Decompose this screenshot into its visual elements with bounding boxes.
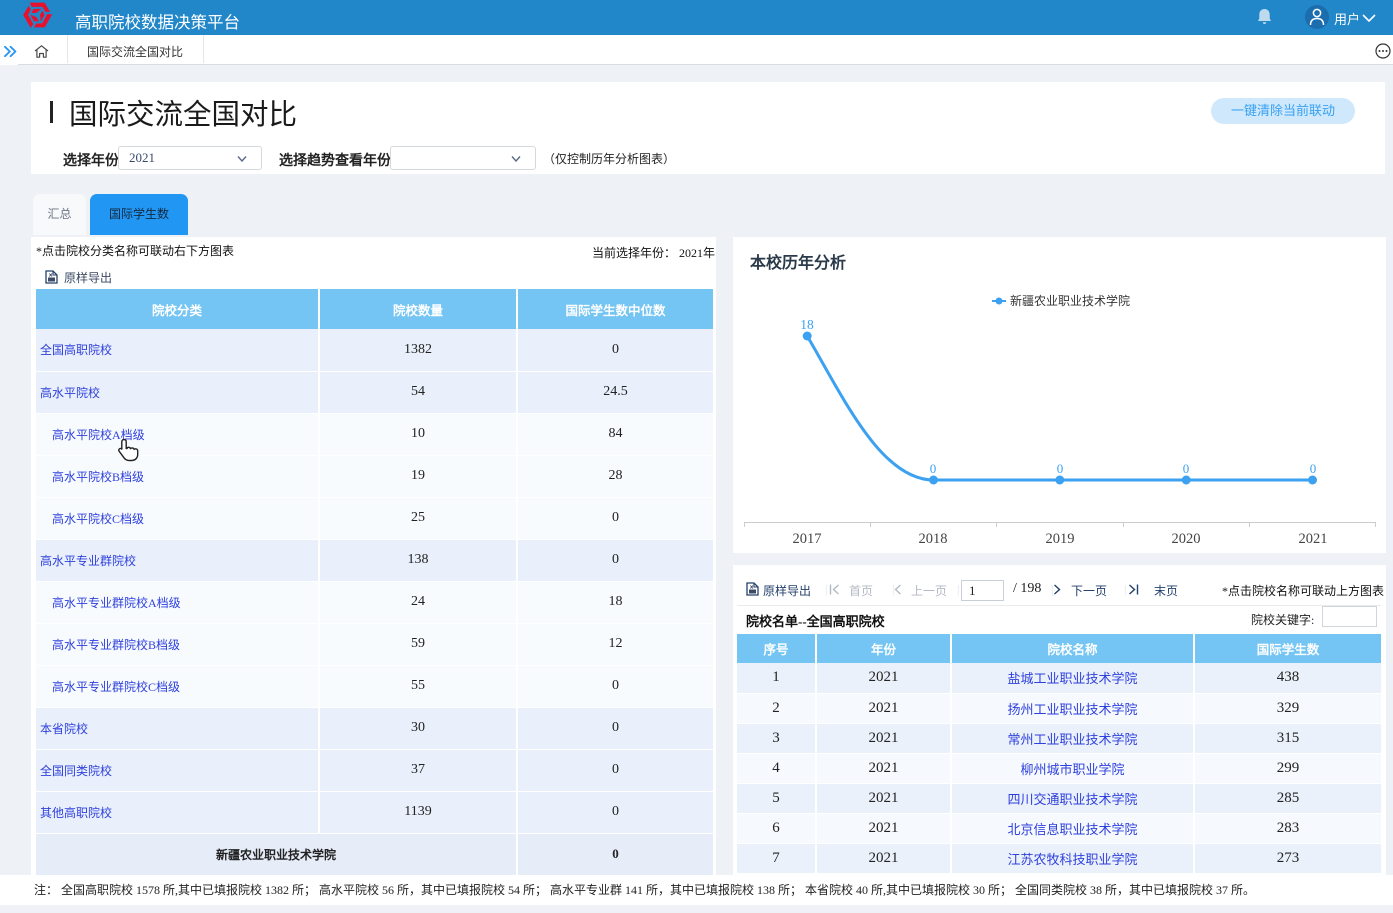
svg-text:2020: 2020 (1172, 531, 1201, 547)
svg-text:18: 18 (800, 317, 814, 332)
svg-text:新疆农业职业技术学院: 新疆农业职业技术学院 (1010, 293, 1130, 308)
svg-text:2021: 2021 (1299, 531, 1328, 547)
svg-text:2017: 2017 (793, 531, 822, 547)
svg-text:0: 0 (930, 461, 937, 476)
svg-text:0: 0 (1183, 461, 1190, 476)
svg-text:0: 0 (1057, 461, 1064, 476)
svg-text:2019: 2019 (1046, 531, 1075, 547)
svg-text:2018: 2018 (919, 531, 948, 547)
svg-text:0: 0 (1310, 461, 1317, 476)
svg-text:本校历年分析: 本校历年分析 (750, 253, 846, 272)
